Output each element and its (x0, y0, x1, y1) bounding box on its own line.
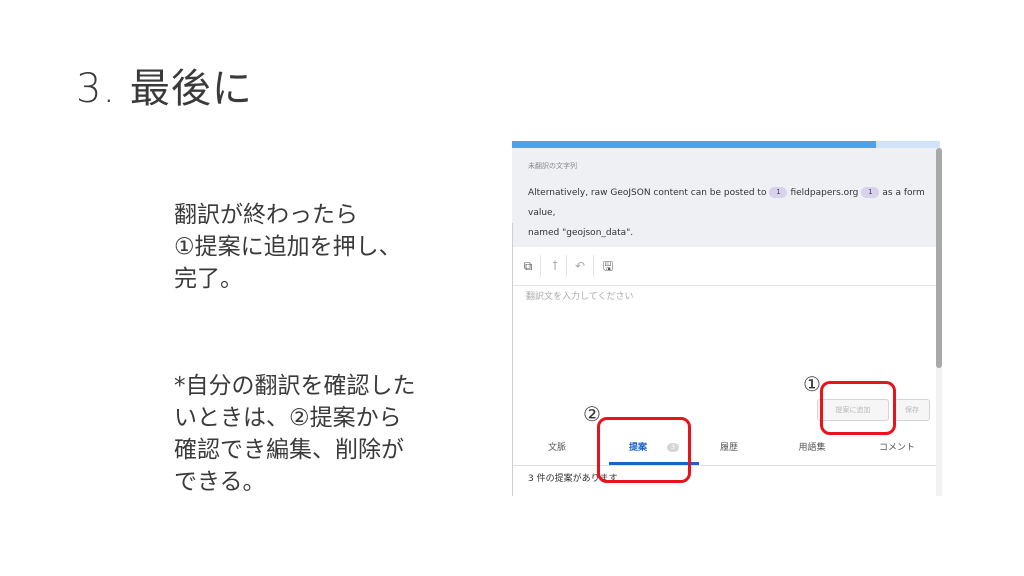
slide-title: 3. 最後に (76, 66, 253, 112)
source-text-part: Alternatively, raw GeoJSON content can b… (528, 188, 767, 198)
callout-suggestions-tab (597, 417, 691, 483)
translation-editor (526, 289, 926, 389)
translation-progress-bar (512, 141, 940, 148)
translation-progress-fill (512, 141, 876, 148)
source-string-text: Alternatively, raw GeoJSON content can b… (528, 183, 928, 243)
copy-source-icon[interactable]: ⧉ (519, 257, 537, 275)
toolbar-divider (593, 255, 594, 277)
instruction-note: 翻訳が終わったら ①提案に追加を押し、 完了。 (174, 199, 494, 295)
note-line: 完了。 (174, 266, 243, 292)
callout-add-suggestion (820, 381, 896, 435)
toolbar-divider (566, 255, 567, 277)
tip-note: *自分の翻訳を確認した いときは、②提案から 確認でき編集、削除が できる。 (174, 370, 494, 498)
editor-toolbar: ⧉ ꝉ ↶ 🖫 (513, 247, 936, 286)
undo-icon[interactable]: ↶ (571, 257, 589, 275)
note-line: いときは、②提案から (174, 405, 402, 431)
source-string-panel: 未翻訳の文字列 Alternatively, raw GeoJSON conte… (512, 148, 936, 247)
source-link-text: fieldpapers.org (790, 188, 859, 198)
placeholder-tag[interactable]: 1 (861, 187, 880, 198)
tab-history[interactable]: 履歴 (709, 431, 749, 465)
translation-input[interactable] (526, 289, 926, 389)
callout-marker-2: ② (583, 402, 601, 426)
info-tabs: 文脈 提案 3 履歴 用語集 コメント (513, 431, 936, 466)
special-char-icon[interactable]: ꝉ (546, 257, 564, 275)
note-line: ①提案に追加を押し、 (174, 234, 402, 260)
tab-context[interactable]: 文脈 (537, 431, 577, 465)
toolbar-divider (540, 255, 541, 277)
note-line: 翻訳が終わったら (174, 202, 358, 228)
note-line: *自分の翻訳を確認した (174, 373, 416, 399)
scrollbar-thumb[interactable] (936, 148, 942, 368)
source-text-part: named "geojson_data". (528, 228, 634, 238)
callout-marker-1: ① (803, 372, 821, 396)
note-line: できる。 (174, 469, 266, 495)
placeholder-tag[interactable]: 1 (769, 187, 788, 198)
tab-comments[interactable]: コメント (869, 431, 925, 465)
save-icon[interactable]: 🖫 (599, 257, 617, 275)
translation-editor-screenshot: 未翻訳の文字列 Alternatively, raw GeoJSON conte… (512, 141, 942, 496)
source-string-label: 未翻訳の文字列 (528, 162, 577, 170)
tab-glossary[interactable]: 用語集 (787, 431, 837, 465)
note-line: 確認でき編集、削除が (174, 437, 404, 463)
save-button[interactable]: 保存 (894, 399, 930, 421)
